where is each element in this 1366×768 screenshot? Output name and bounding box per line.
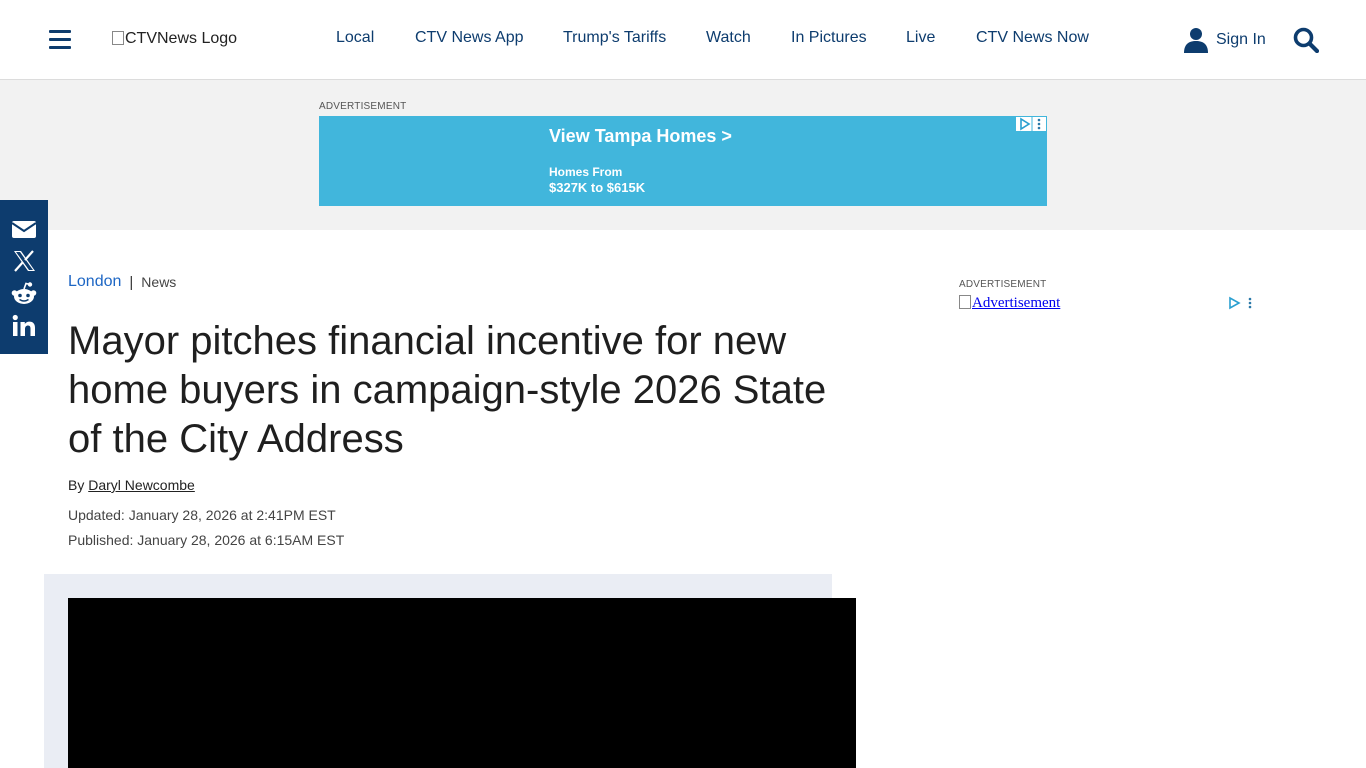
breadcrumb-london[interactable]: London [68, 273, 121, 291]
top-ad-banner[interactable]: View Tampa Homes > Homes From $327K to $… [319, 116, 1047, 206]
side-ad-image[interactable]: Advertisement [959, 295, 1060, 312]
site-header: CTVNews Logo Local CTV News App Trump's … [0, 0, 1366, 80]
nav-item-watch[interactable]: Watch [706, 29, 751, 47]
user-icon [1184, 28, 1208, 53]
nav-item-in-pictures[interactable]: In Pictures [791, 29, 867, 47]
ctvnews-logo[interactable]: CTVNews Logo [112, 30, 237, 48]
sign-in-label: Sign In [1216, 31, 1266, 48]
article-title: Mayor pitches financial incentive for ne… [68, 319, 827, 461]
social-share-rail [0, 200, 48, 354]
email-icon[interactable] [10, 216, 38, 242]
byline-prefix: By [68, 477, 85, 493]
search-icon[interactable] [1293, 27, 1319, 53]
broken-image-icon [959, 295, 971, 309]
top-ad-line1: Homes From [549, 165, 623, 179]
linkedin-icon[interactable] [10, 313, 38, 339]
side-ad-alt-text: Advertisement [972, 295, 1061, 311]
sign-in-button[interactable]: Sign In [1184, 26, 1266, 54]
menu-icon[interactable] [49, 29, 71, 49]
nav-item-trumps-tariffs[interactable]: Trump's Tariffs [563, 29, 666, 47]
logo-alt-text: CTVNews Logo [125, 30, 238, 47]
nav-item-live[interactable]: Live [906, 29, 935, 47]
breadcrumb-separator: | [129, 273, 134, 291]
x-icon[interactable] [10, 248, 38, 274]
nav-item-ctv-news-app[interactable]: CTV News App [415, 29, 523, 47]
nav-item-ctv-news-now[interactable]: CTV News Now [976, 29, 1089, 47]
byline: By Daryl Newcombe [68, 477, 195, 493]
side-ad-label: ADVERTISEMENT [959, 279, 1047, 290]
top-ad-line2: $327K to $615K [549, 180, 646, 195]
author-link[interactable]: Daryl Newcombe [88, 477, 195, 493]
updated-timestamp: Updated: January 28, 2026 at 2:41PM EST [68, 507, 336, 523]
side-adchoices-icon[interactable] [1228, 296, 1256, 310]
breadcrumb: London | News [68, 273, 176, 291]
nav-item-local[interactable]: Local [336, 29, 374, 47]
top-ad-label: ADVERTISEMENT [319, 101, 407, 112]
adchoices-icon[interactable] [1015, 116, 1047, 132]
published-timestamp: Published: January 28, 2026 at 6:15AM ES… [68, 532, 345, 548]
top-ad-headline: View Tampa Homes > [549, 126, 732, 146]
broken-image-icon [112, 31, 124, 45]
reddit-icon[interactable] [10, 281, 38, 307]
breadcrumb-news[interactable]: News [141, 274, 176, 290]
video-player[interactable] [68, 598, 856, 768]
